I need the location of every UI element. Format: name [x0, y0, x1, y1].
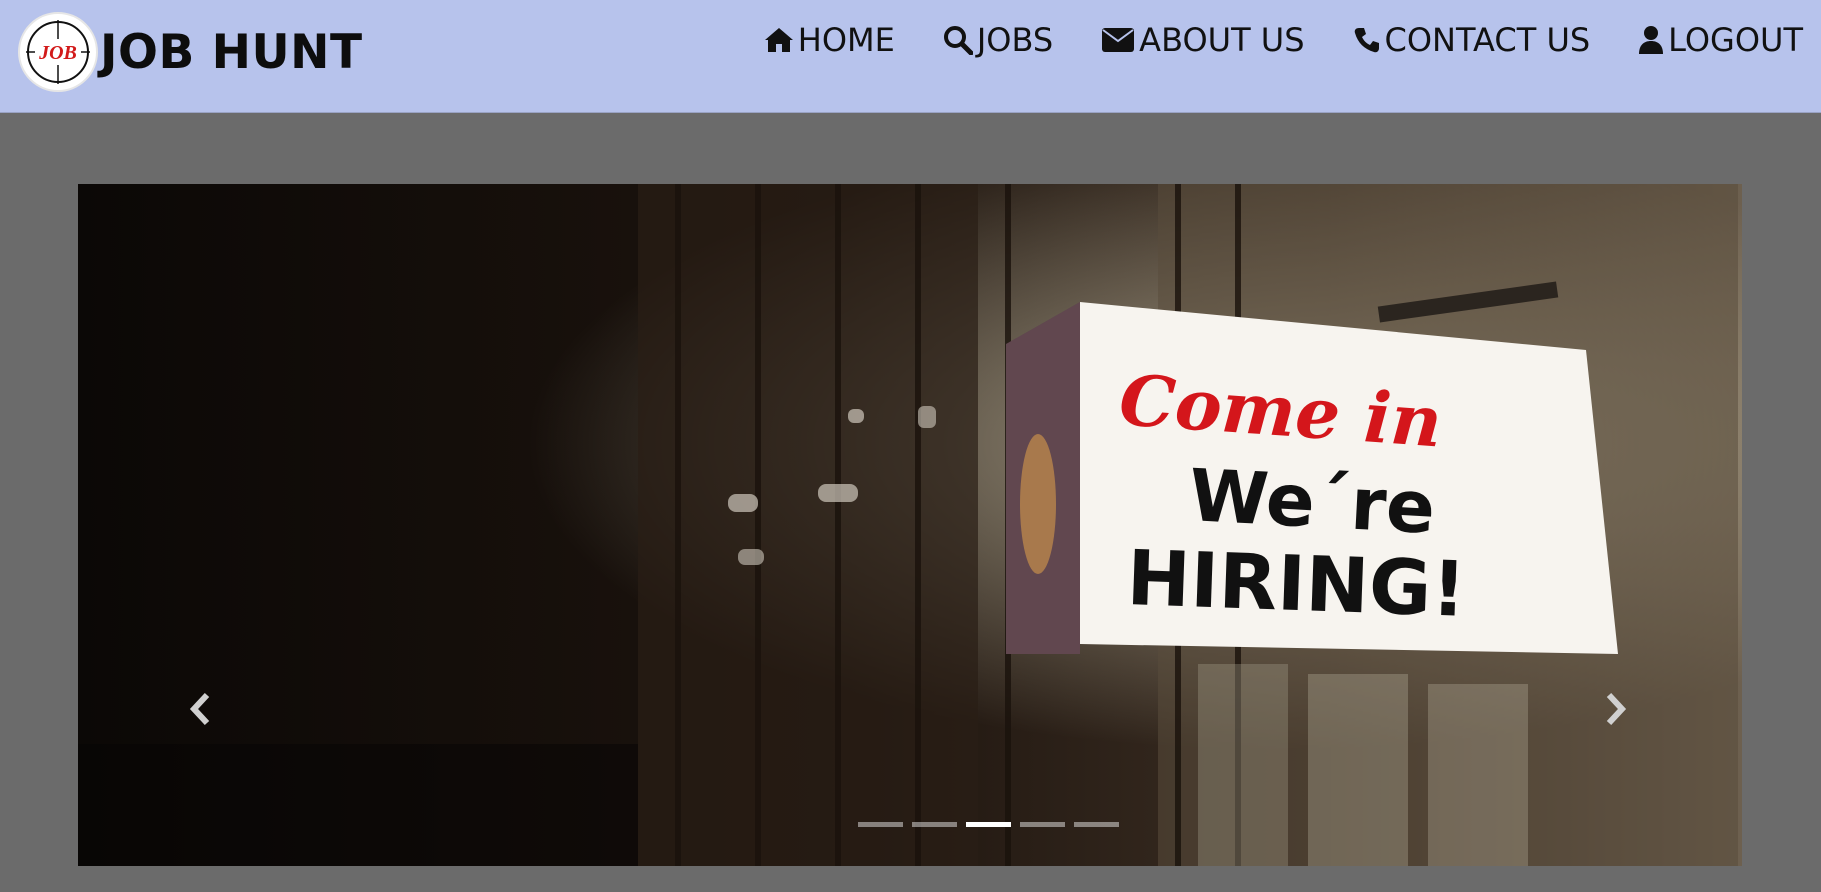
carousel-indicator-5[interactable] — [1074, 822, 1119, 827]
carousel-next-button[interactable] — [1596, 674, 1636, 744]
carousel-prev-button[interactable] — [180, 674, 220, 744]
sign-line-3: HIRING! — [1125, 533, 1467, 634]
carousel-indicators — [858, 822, 1128, 827]
nav-jobs[interactable]: JOBS — [943, 21, 1053, 59]
nav-about-us[interactable]: ABOUT US — [1101, 21, 1305, 59]
carousel-indicator-1[interactable] — [858, 822, 903, 827]
logo: JOB — [18, 12, 98, 92]
chevron-right-icon — [1606, 692, 1627, 726]
nav-jobs-label: JOBS — [976, 21, 1054, 59]
sign-line-2: We´re — [1187, 453, 1437, 550]
nav-logout-label: LOGOUT — [1668, 21, 1803, 59]
logo-text: JOB — [38, 42, 77, 64]
nav-contact-us[interactable]: CONTACT US — [1353, 21, 1591, 59]
nav-home-label: HOME — [797, 21, 895, 59]
nav-logout[interactable]: LOGOUT — [1638, 21, 1803, 59]
brand[interactable]: JOB JOB HUNT — [18, 12, 363, 92]
user-icon — [1639, 26, 1664, 54]
nav-about-us-label: ABOUT US — [1139, 21, 1305, 59]
nav-contact-us-label: CONTACT US — [1384, 21, 1591, 59]
carousel-indicator-4[interactable] — [1020, 822, 1065, 827]
phone-icon — [1354, 28, 1379, 53]
site-title: JOB HUNT — [100, 24, 363, 80]
main-nav: HOME JOBS ABOUT US CONTACT US LOGOUT — [716, 14, 1803, 66]
carousel-indicator-3[interactable] — [966, 822, 1011, 827]
home-icon — [764, 28, 793, 52]
chevron-left-icon — [189, 692, 210, 726]
search-icon — [943, 26, 973, 55]
navbar: JOB JOB HUNT HOME JOBS ABOUT US CONTACT … — [0, 0, 1821, 113]
envelope-icon — [1102, 28, 1135, 52]
target-logo-icon: JOB — [26, 20, 90, 84]
slide-image: Come in We´re HIRING! — [78, 184, 1742, 866]
nav-home[interactable]: HOME — [764, 21, 895, 59]
carousel-indicator-2[interactable] — [912, 822, 957, 827]
hero-carousel[interactable]: Come in We´re HIRING! — [78, 184, 1742, 866]
